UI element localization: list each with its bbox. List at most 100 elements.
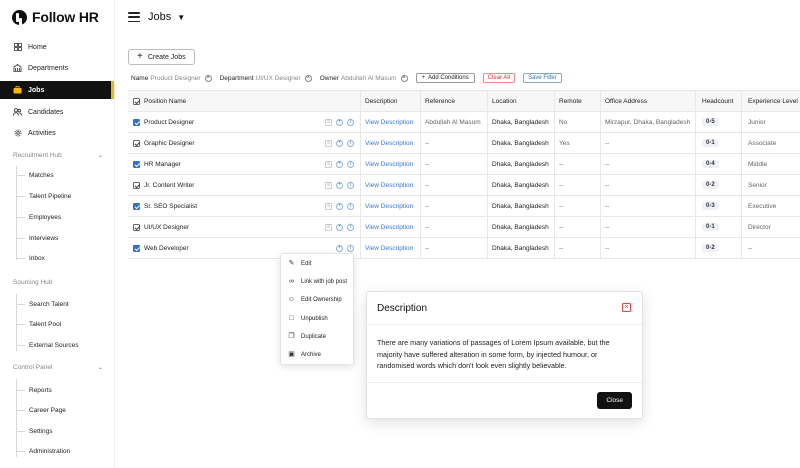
select-all-checkbox[interactable] [133,97,140,105]
table-row[interactable]: Product Designer ≡ • i View Description Abdul… [128,112,800,133]
sidebar-item-talent-pipeline[interactable]: Talent Pipeline [17,193,107,200]
sidebar-item-departments[interactable]: Departments [0,59,114,77]
document-icon[interactable]: ≡ [325,118,332,126]
column-header[interactable]: Remote [559,91,600,111]
remove-filter-icon[interactable]: × [304,74,312,82]
info-icon[interactable]: i [347,160,354,168]
row-checkbox[interactable] [133,202,140,210]
table-cell[interactable]: View Description [365,217,420,237]
menu-item-archive[interactable]: ▣ Archive [288,351,321,358]
menu-item-unpublish[interactable]: □ Unpublish [288,315,327,322]
column-header[interactable]: Position Name [133,91,360,111]
remove-filter-icon[interactable]: × [400,74,408,82]
remove-filter-icon[interactable]: × [204,74,212,82]
page-title[interactable]: Jobs ▼ [148,11,185,23]
table-row[interactable]: Web Developer • i View Description -- Dhaka, … [128,238,800,259]
table-cell[interactable]: View Description [365,238,420,258]
position-name[interactable]: Graphic Designer [144,140,195,147]
table-row[interactable]: Jr. Content Writer ≡ • i View Description -- D… [128,175,800,196]
document-icon[interactable]: ≡ [325,202,332,210]
view-description-link[interactable]: View Description [365,119,413,126]
column-header[interactable]: Headcount [702,91,741,111]
menu-item-link-job-post[interactable]: ∞ Link with job post [288,278,347,285]
position-name[interactable]: Sr. SEO Specialist [144,203,197,210]
close-icon[interactable]: × [622,303,631,312]
sidebar-item-home[interactable]: Home [0,38,114,56]
info-icon[interactable]: i [347,223,354,231]
section-control-panel[interactable]: Control Panel ⌄ [13,364,103,371]
table-cell[interactable]: View Description [365,154,420,174]
menu-item-duplicate[interactable]: ❐ Duplicate [288,333,326,340]
sidebar-item-talent-pool[interactable]: Talent Pool [17,321,107,328]
column-header[interactable]: Reference [425,91,487,111]
document-icon[interactable]: ≡ [325,181,332,189]
view-description-link[interactable]: View Description [365,182,413,189]
eye-icon[interactable]: • [336,160,343,168]
table-row[interactable]: UI/UX Designer ≡ • i View Description -- Dhaka… [128,217,800,238]
eye-icon[interactable]: • [336,139,343,147]
sidebar-item-search-talent[interactable]: Search Talent [17,301,107,308]
position-name[interactable]: Jr. Content Writer [144,182,194,189]
table-cell[interactable]: View Description [365,133,420,153]
save-filter-button[interactable]: Save Filter [523,73,562,83]
table-row[interactable]: Graphic Designer ≡ • i View Description -- Dha… [128,133,800,154]
position-name[interactable]: Product Designer [144,119,194,126]
table-cell[interactable]: View Description [365,196,420,216]
sidebar-item-inbox[interactable]: Inbox [17,255,107,262]
create-jobs-button[interactable]: + Create Jobs [128,49,195,65]
add-conditions-button[interactable]: + Add Conditions [415,73,475,83]
eye-icon[interactable]: • [336,223,343,231]
row-checkbox[interactable] [133,139,140,147]
sidebar-item-settings[interactable]: Settings [17,428,107,435]
column-header[interactable]: Experience Level [748,91,800,111]
info-icon[interactable]: i [347,139,354,147]
row-checkbox[interactable] [133,244,140,252]
filter-name[interactable]: Name Product Designer × [131,74,212,82]
table-row[interactable]: HR Manager ≡ • i View Description -- Dhaka, Ba… [128,154,800,175]
column-header[interactable]: Office Address [605,91,695,111]
brand-logo[interactable]: Follow HR [12,9,99,25]
table-cell[interactable]: View Description [365,175,420,195]
document-icon[interactable]: ≡ [325,139,332,147]
menu-icon[interactable] [128,12,140,22]
sidebar-item-interviews[interactable]: Interviews [17,235,107,242]
sidebar-item-reports[interactable]: Reports [17,387,107,394]
row-checkbox[interactable] [133,223,140,231]
sidebar-item-matches[interactable]: Matches [17,172,107,179]
view-description-link[interactable]: View Description [365,245,413,252]
row-checkbox[interactable] [133,160,140,168]
eye-icon[interactable]: • [336,244,343,252]
table-row[interactable]: Sr. SEO Specialist ≡ • i View Description -- D… [128,196,800,217]
sidebar-item-jobs[interactable]: Jobs [0,81,114,99]
view-description-link[interactable]: View Description [365,161,413,168]
info-icon[interactable]: i [347,202,354,210]
filter-department[interactable]: Department UI/UX Designer × [220,74,312,82]
section-sourcing-hub[interactable]: Sourcing Hub [13,279,103,286]
position-name[interactable]: HR Manager [144,161,181,168]
eye-icon[interactable]: • [336,118,343,126]
sidebar-item-activities[interactable]: Activities [0,124,114,142]
sidebar-item-external-sources[interactable]: External Sources [17,342,107,349]
section-recruitment-hub[interactable]: Recruitment Hub ⌄ [13,152,103,159]
table-cell[interactable]: View Description [365,112,420,132]
column-header[interactable]: Location [492,91,554,111]
sidebar-item-administration[interactable]: Administration [17,448,107,455]
clear-all-button[interactable]: Clear All [482,73,516,83]
sidebar-item-employees[interactable]: Employees [17,214,107,221]
menu-item-edit[interactable]: ✎ Edit [288,260,312,267]
eye-icon[interactable]: • [336,181,343,189]
close-button[interactable]: Close [597,392,632,409]
position-name[interactable]: Web Developer [144,245,189,252]
sidebar-item-career-page[interactable]: Career Page [17,407,107,414]
eye-icon[interactable]: • [336,202,343,210]
view-description-link[interactable]: View Description [365,224,413,231]
info-icon[interactable]: i [347,244,354,252]
filter-owner[interactable]: Owner Abdullah Al Masum × [320,74,408,82]
row-checkbox[interactable] [133,118,140,126]
document-icon[interactable]: ≡ [325,223,332,231]
position-name[interactable]: UI/UX Designer [144,224,189,231]
view-description-link[interactable]: View Description [365,140,413,147]
menu-item-edit-ownership[interactable]: ☺ Edit Ownership [288,296,342,303]
sidebar-item-candidates[interactable]: Candidates [0,103,114,121]
row-checkbox[interactable] [133,181,140,189]
